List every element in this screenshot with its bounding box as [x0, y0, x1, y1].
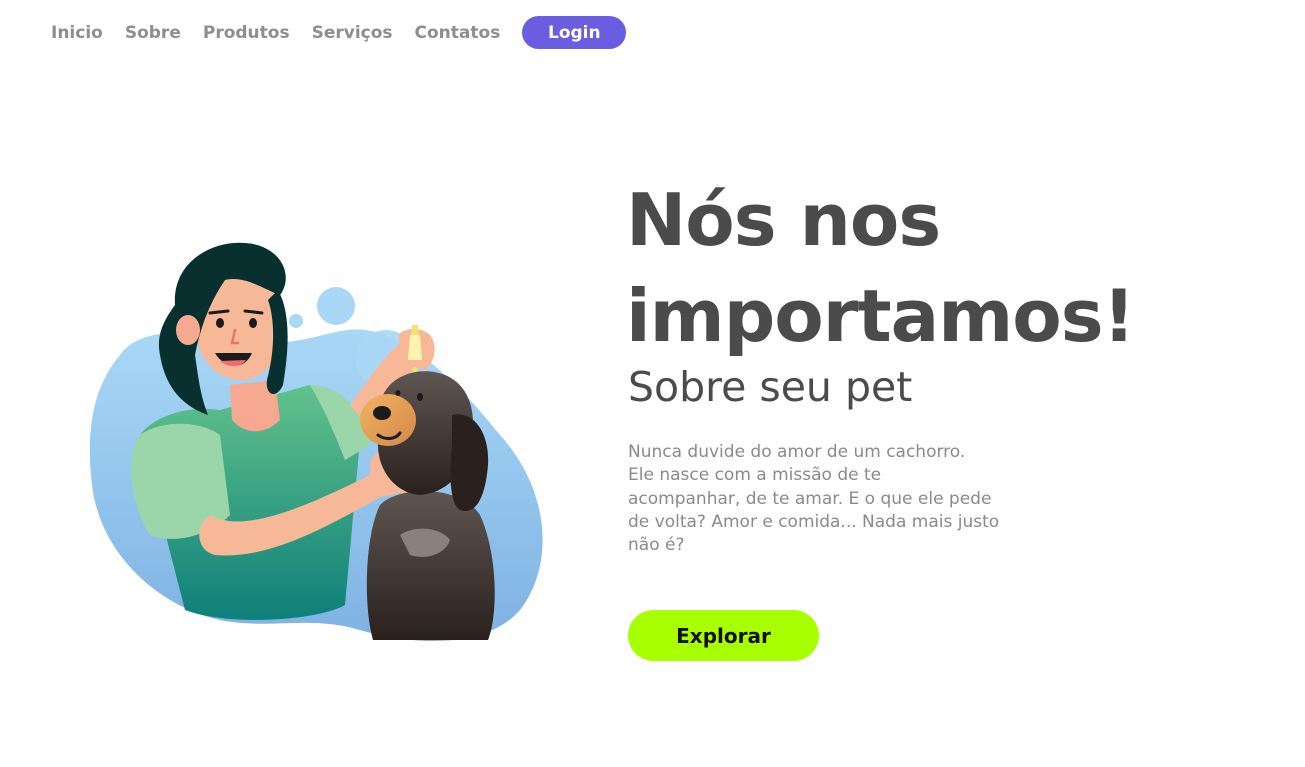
- woman-giving-eye-drops-to-dog-illustration-icon: [89, 242, 543, 642]
- hero-description: Nunca duvide do amor de um cachorro. Ele…: [628, 441, 1048, 557]
- description-line: de volta? Amor e comida... Nada mais jus…: [628, 511, 1000, 532]
- login-button[interactable]: Login: [522, 16, 627, 49]
- nav-link-inicio[interactable]: Inicio: [51, 23, 103, 43]
- top-navigation: Inicio Sobre Produtos Serviços Contatos …: [51, 16, 627, 49]
- description-line: Nunca duvide do amor de um cachorro.: [628, 442, 966, 462]
- nav-link-servicos[interactable]: Serviços: [312, 23, 393, 43]
- hero-title-line-2: importamos!: [626, 274, 1135, 358]
- nav-link-produtos[interactable]: Produtos: [203, 23, 290, 43]
- description-line: não é?: [628, 535, 685, 556]
- description-line: acompanhar, de te amar. E o que ele pede: [628, 488, 992, 509]
- description-line: Ele nasce com a missão de te: [628, 465, 882, 486]
- nav-link-contatos[interactable]: Contatos: [415, 23, 501, 43]
- nav-link-sobre[interactable]: Sobre: [125, 23, 181, 43]
- hero-subtitle: Sobre seu pet: [628, 363, 913, 411]
- landing-page: Inicio Sobre Produtos Serviços Contatos …: [0, 0, 1305, 767]
- hero-illustration: [80, 235, 555, 655]
- hero-title-line-1: Nós nos: [626, 178, 941, 262]
- explore-button[interactable]: Explorar: [628, 610, 819, 661]
- hero-title: Nós nos importamos!: [626, 172, 1135, 364]
